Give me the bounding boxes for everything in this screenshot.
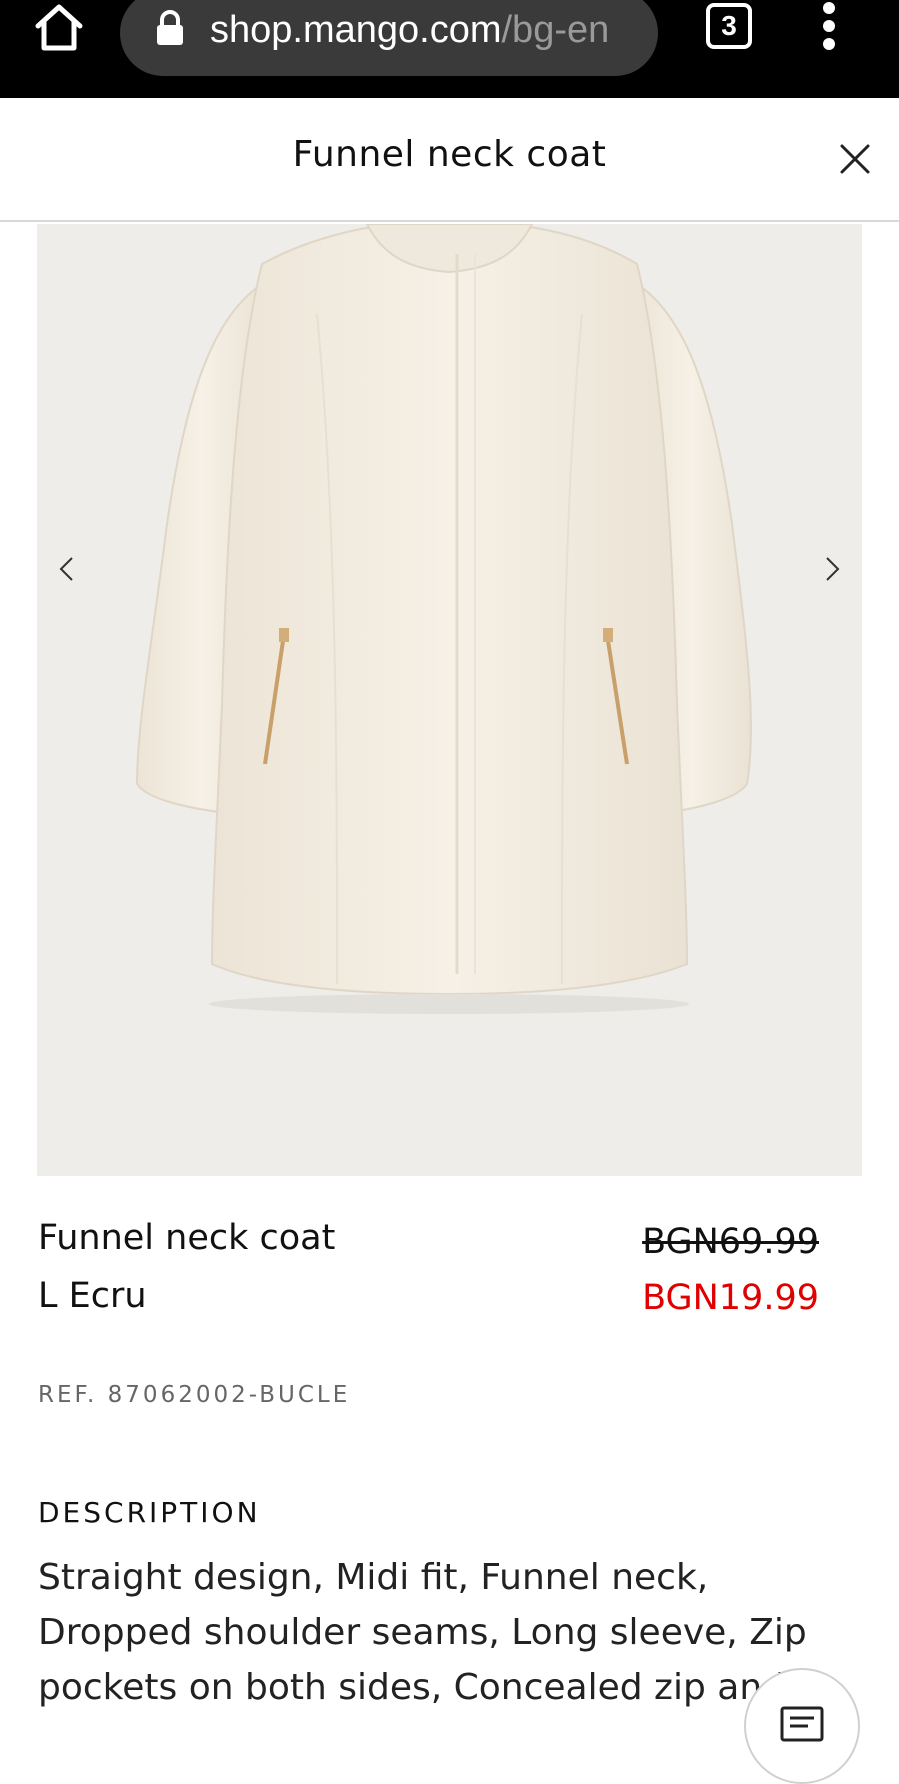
url-path: /bg-en: [501, 9, 610, 51]
chevron-right-icon: [826, 557, 840, 581]
chat-icon: [780, 1706, 824, 1742]
home-button[interactable]: [30, 2, 88, 54]
chevron-left-icon: [59, 557, 73, 581]
url-text: shop.mango.com/bg-en: [210, 8, 609, 52]
tab-count: 3: [721, 10, 737, 41]
description-heading: DESCRIPTION: [38, 1496, 261, 1529]
url-host: shop.mango.com: [210, 9, 502, 51]
product-name: Funnel neck coat: [38, 1218, 336, 1258]
close-button[interactable]: [838, 142, 872, 176]
product-image[interactable]: [37, 224, 862, 1176]
coat-image: [135, 224, 753, 1014]
modal-header: Funnel neck coat: [0, 98, 899, 222]
product-reference: REF. 87062002-BUCLE: [38, 1382, 351, 1408]
sale-price: BGN19.99: [642, 1278, 819, 1318]
more-vert-icon[interactable]: [815, 0, 845, 52]
description-text: Straight design, Midi fit, Funnel neck, …: [38, 1557, 807, 1708]
close-icon: [840, 144, 870, 174]
browser-toolbar: shop.mango.com/bg-en 3: [0, 0, 899, 98]
product-variant: L Ecru: [38, 1276, 147, 1316]
original-price: BGN69.99: [642, 1222, 819, 1262]
address-bar[interactable]: shop.mango.com/bg-en: [120, 0, 658, 76]
tabs-button[interactable]: 3: [706, 3, 752, 49]
chat-button[interactable]: [744, 1668, 860, 1784]
carousel-prev-button[interactable]: [52, 554, 82, 584]
home-icon: [35, 4, 83, 51]
lock-icon: [157, 10, 183, 45]
modal-title: Funnel neck coat: [292, 134, 607, 175]
carousel-next-button[interactable]: [817, 554, 847, 584]
